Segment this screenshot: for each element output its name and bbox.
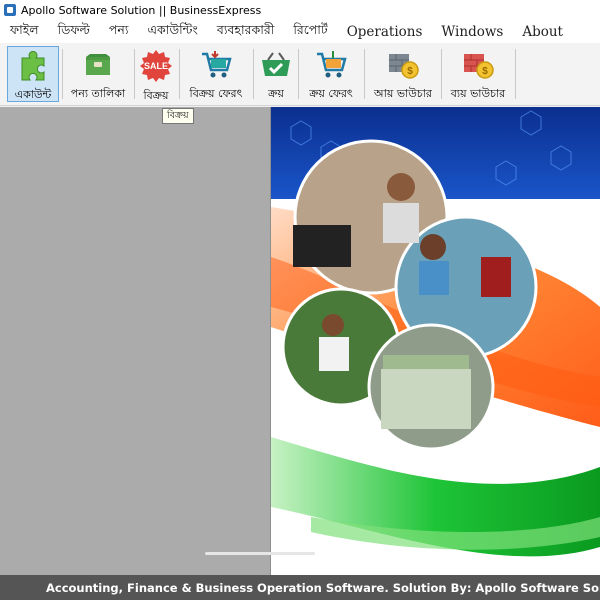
menu-operations[interactable]: Operations [337, 24, 432, 40]
purchase-basket-icon [257, 48, 295, 82]
menu-about[interactable]: About [512, 24, 572, 40]
purchase-return-cart-icon [312, 48, 350, 82]
sale-badge-text: SALE [144, 61, 168, 71]
svg-text:$: $ [407, 66, 413, 77]
svg-text:$: $ [482, 66, 488, 77]
status-bar: Accounting, Finance & Business Operation… [0, 575, 600, 600]
purchase-button[interactable]: ক্রয় [257, 46, 295, 102]
sale-label: বিক্রয় [143, 89, 169, 102]
sale-button[interactable]: SALE বিক্রয় [137, 46, 175, 102]
product-box-icon [79, 48, 117, 82]
toolbar-separator [364, 49, 365, 99]
scroll-indicator[interactable] [205, 552, 315, 555]
sales-return-cart-icon [197, 48, 235, 82]
expense-voucher-button[interactable]: $ ব্যয় ভাউচার [444, 46, 512, 102]
income-voucher-icon: $ [384, 48, 422, 82]
sales-return-label: বিক্রয় ফেরৎ [189, 87, 243, 100]
toolbar: একাউন্ট পন্য তালিকা SALE বিক্রয় বিক্রয়… [0, 43, 600, 106]
income-voucher-button[interactable]: $ আয় ভাউচার [368, 46, 438, 102]
account-label: একাউন্ট [14, 88, 52, 101]
puzzle-icon [14, 49, 52, 83]
income-voucher-label: আয় ভাউচার [374, 87, 432, 100]
purchase-return-label: ক্রয় ফেরৎ [309, 87, 353, 100]
business-collage-banner [271, 107, 600, 575]
toolbar-separator [253, 49, 254, 99]
product-list-label: পন্য তালিকা [70, 87, 126, 100]
purchase-label: ক্রয় [268, 87, 284, 100]
menu-file[interactable]: ফাইল [0, 22, 48, 42]
account-button[interactable]: একাউন্ট [7, 46, 59, 102]
toolbar-separator [515, 49, 516, 99]
menu-windows[interactable]: Windows [431, 24, 512, 40]
menu-product[interactable]: পন্য [99, 22, 138, 42]
toolbar-separator [62, 49, 63, 99]
sale-badge-icon: SALE [137, 48, 175, 84]
toolbar-separator [134, 49, 135, 99]
menu-bar: ফাইল ডিফল্ট পন্য একাউন্টিং ব্যবহারকারী র… [0, 20, 600, 43]
sales-return-button[interactable]: বিক্রয় ফেরৎ [183, 46, 249, 102]
window-title: Apollo Software Solution || BusinessExpr… [21, 3, 262, 17]
menu-user[interactable]: ব্যবহারকারী [207, 22, 283, 42]
toolbar-separator [179, 49, 180, 99]
app-icon [4, 4, 16, 16]
tooltip: বিক্রয় [162, 108, 194, 124]
product-list-button[interactable]: পন্য তালিকা [66, 46, 130, 102]
menu-accounting[interactable]: একাউন্টিং [137, 22, 206, 42]
expense-voucher-icon: $ [459, 48, 497, 82]
expense-voucher-label: ব্যয় ভাউচার [450, 87, 506, 100]
status-text: Accounting, Finance & Business Operation… [46, 580, 600, 595]
title-bar: Apollo Software Solution || BusinessExpr… [0, 0, 600, 20]
toolbar-separator [298, 49, 299, 99]
purchase-return-button[interactable]: ক্রয় ফেরৎ [302, 46, 360, 102]
left-panel [0, 107, 271, 575]
toolbar-separator [441, 49, 442, 99]
menu-default[interactable]: ডিফল্ট [48, 22, 99, 42]
menu-report[interactable]: রিপোর্ট [283, 22, 336, 42]
